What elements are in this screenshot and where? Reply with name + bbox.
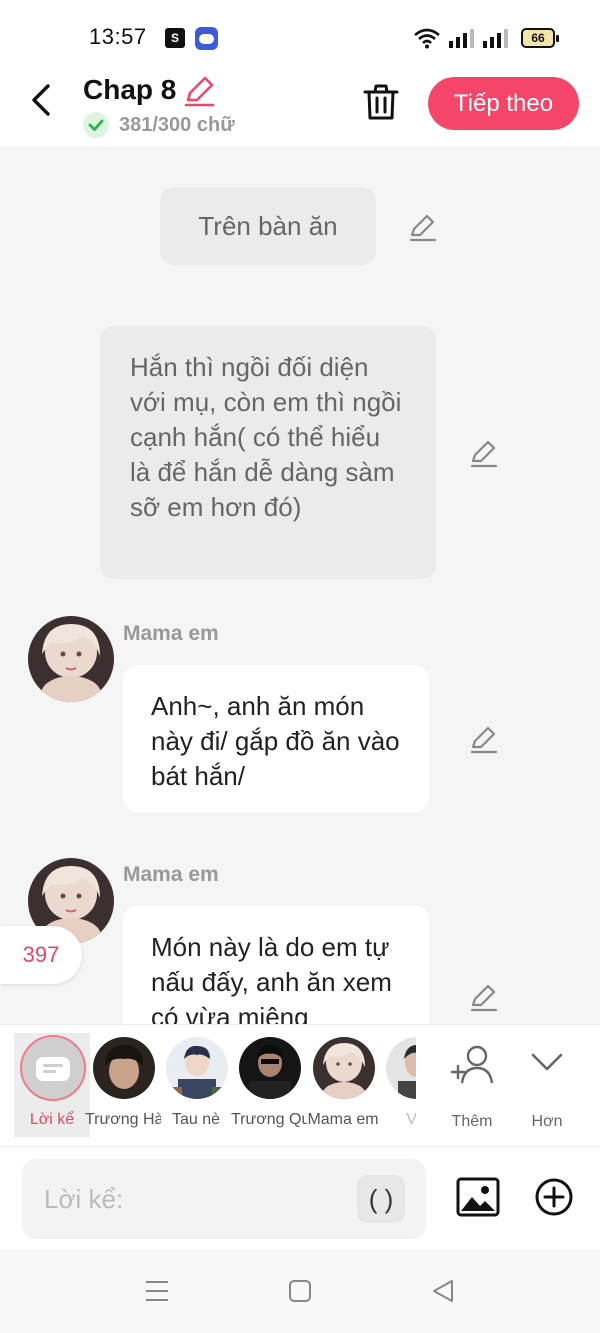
character-label: Trương Hà [85, 1111, 161, 1128]
character-avatar [386, 1037, 416, 1099]
character-item[interactable]: Trương Qu [231, 1033, 307, 1137]
character-item[interactable]: Vệ [378, 1033, 416, 1137]
character-label: Vệ [406, 1111, 416, 1128]
character-label: Lời kể [29, 1111, 75, 1128]
character-avatar [166, 1037, 228, 1099]
weather-app-icon [195, 27, 218, 50]
character-label: Trương Qu [231, 1111, 307, 1128]
edit-title-icon[interactable] [182, 74, 216, 108]
more-button[interactable]: Hơn [517, 1037, 577, 1137]
character-avatar [313, 1037, 375, 1099]
signal-icon-2 [483, 29, 508, 48]
back-button[interactable] [22, 80, 62, 120]
more-label: Hơn [531, 1113, 563, 1130]
character-avatar [93, 1037, 155, 1099]
status-time: 13:57 [89, 24, 147, 49]
word-count-row: 381/300 chữ [83, 112, 235, 138]
back-triangle-icon[interactable] [430, 1278, 456, 1304]
add-character-button[interactable]: Thêm [442, 1037, 502, 1137]
avatar-portrait-icon [28, 616, 114, 702]
narration-avatar [20, 1035, 86, 1101]
editor-header: Chap 8 381/300 chữ Tiếp theo [0, 70, 600, 146]
image-icon[interactable] [456, 1177, 500, 1217]
add-circle-icon[interactable] [534, 1177, 574, 1217]
chapter-title[interactable]: Chap 8 [83, 74, 176, 106]
character-narration[interactable]: Lời kể [14, 1033, 90, 1137]
character-avatar [239, 1037, 301, 1099]
edit-message-icon[interactable] [469, 982, 499, 1012]
narration-icon [36, 1057, 70, 1081]
delete-trash-icon[interactable] [360, 82, 402, 122]
system-nav-bar [0, 1250, 600, 1333]
message-bubble[interactable]: Món này là do em tự nấu đấy, anh ăn xem … [123, 906, 429, 1024]
narration-bubble[interactable]: Trên bàn ăn [160, 187, 376, 265]
character-selector: Lời kể Trương Hà Tau nè Trương Qu Mama e [0, 1024, 600, 1146]
message-counter-badge[interactable]: 397 [0, 926, 82, 984]
add-label: Thêm [451, 1113, 493, 1130]
sender-name: Mama em [123, 863, 219, 886]
sender-name: Mama em [123, 622, 219, 645]
wifi-icon [414, 28, 440, 49]
menu-icon[interactable] [144, 1278, 170, 1304]
character-item[interactable]: Trương Hà [85, 1033, 161, 1137]
character-item[interactable]: Mama em [305, 1033, 381, 1137]
character-label: Mama em [307, 1111, 379, 1128]
add-person-icon [450, 1045, 494, 1084]
status-bar: 13:57 S 66 [0, 0, 600, 70]
word-count: 381/300 chữ [119, 113, 235, 136]
character-item[interactable]: Tau nè [158, 1033, 234, 1137]
input-bar: Lời kể: ( ) [0, 1146, 600, 1250]
parenthesis-button[interactable]: ( ) [357, 1175, 405, 1223]
edit-message-icon[interactable] [469, 724, 499, 754]
check-icon [83, 112, 109, 138]
shopping-bag-icon: S [165, 28, 185, 48]
chat-area[interactable]: Trên bàn ăn Hắn thì ngồi đối diện với mụ… [0, 146, 600, 1024]
edit-message-icon[interactable] [469, 438, 499, 468]
screen: 13:57 S 66 Chap 8 381/300 chữ Tiếp theo … [0, 0, 600, 1333]
character-label: Tau nè [171, 1111, 221, 1128]
narration-bubble[interactable]: Hắn thì ngồi đối diện với mụ, còn em thì… [100, 326, 436, 579]
home-icon[interactable] [288, 1279, 312, 1303]
next-button[interactable]: Tiếp theo [428, 77, 579, 130]
edit-message-icon[interactable] [408, 212, 438, 242]
message-bubble[interactable]: Anh~, anh ăn món này đi/ gắp đồ ăn vào b… [123, 665, 429, 812]
battery-icon: 66 [521, 28, 559, 48]
signal-icon [449, 29, 474, 48]
avatar[interactable] [28, 616, 114, 702]
chevron-down-icon [531, 1053, 563, 1071]
